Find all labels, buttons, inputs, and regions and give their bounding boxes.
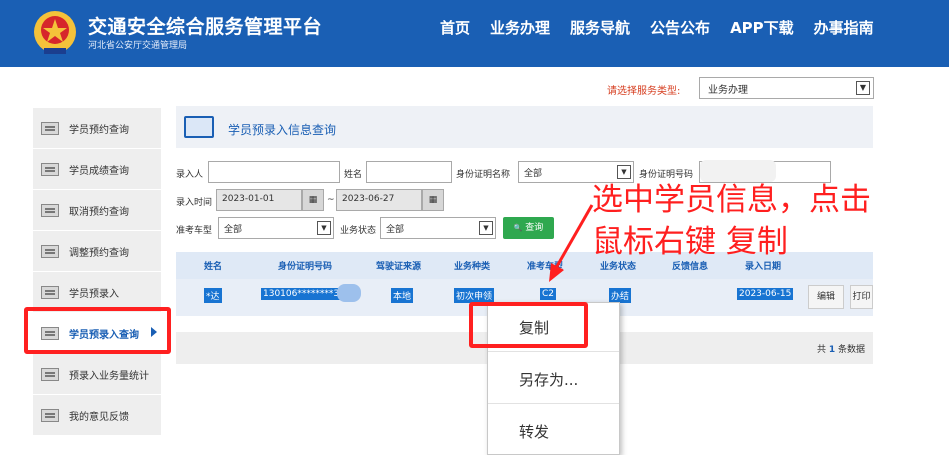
sidebar-item-feedback[interactable]: 我的意见反馈	[33, 395, 161, 436]
business-status-value: 全部	[386, 225, 405, 235]
col-id-number: 身份证明号码	[278, 262, 333, 272]
top-header: 交通安全综合服务管理平台 河北省公安厅交通管理局 首页 业务办理 服务导航 公告…	[0, 0, 949, 67]
total-count-text: 共 1 条数据	[816, 345, 865, 355]
date-separator: ~	[327, 195, 335, 205]
cell-business-status: 办结	[609, 288, 632, 303]
col-license-source: 驾驶证来源	[376, 262, 422, 272]
nav-service-guide[interactable]: 服务导航	[570, 17, 630, 38]
service-type-value: 业务办理	[708, 85, 748, 96]
id-type-label: 身份证明名称	[456, 170, 511, 180]
nav-home[interactable]: 首页	[440, 17, 470, 38]
id-type-value: 全部	[524, 169, 543, 179]
chevron-down-icon: ▼	[617, 165, 631, 179]
sidebar-item-score-query[interactable]: 学员成绩查询	[33, 149, 161, 190]
sidebar-item-appointment-query[interactable]: 学员预约查询	[33, 108, 161, 149]
sidebar-item-label: 取消预约查询	[69, 206, 129, 218]
query-button[interactable]: 🔍 查询	[503, 217, 554, 239]
vehicle-type-value: 全部	[224, 225, 243, 235]
search-icon: 🔍	[513, 224, 523, 232]
service-type-select[interactable]: 业务办理 ▼	[699, 77, 874, 99]
document-icon	[41, 244, 59, 258]
cell-id-number: 130106********3	[261, 288, 342, 300]
calendar-icon[interactable]: ▦	[422, 189, 444, 211]
nav-notices[interactable]: 公告公布	[650, 17, 710, 38]
time-label: 录入时间	[176, 198, 213, 208]
chevron-down-icon: ▼	[317, 221, 331, 235]
document-icon	[41, 121, 59, 135]
sidebar-item-label: 学员成绩查询	[69, 165, 129, 177]
menu-item-forward[interactable]: 转发	[519, 421, 549, 442]
document-icon	[41, 367, 59, 381]
redacted-area	[700, 160, 776, 182]
query-button-label: 查询	[525, 223, 544, 233]
document-icon	[41, 408, 59, 422]
calendar-icon[interactable]: ▦	[302, 189, 324, 211]
nav-app-download[interactable]: APP下载	[730, 17, 794, 38]
entrant-input[interactable]	[208, 161, 340, 183]
service-type-label: 请选择服务类型:	[607, 86, 681, 97]
chevron-down-icon: ▼	[479, 221, 493, 235]
id-number-label: 身份证明号码	[639, 170, 694, 180]
site-title: 交通安全综合服务管理平台	[88, 16, 323, 38]
panel-title: 学员预录入信息查询	[228, 123, 337, 137]
col-vehicle-type: 准考车型	[527, 262, 564, 272]
cell-license-source: 本地	[391, 288, 414, 303]
entrant-label: 录入人	[176, 170, 204, 180]
cell-name: *达	[204, 288, 222, 303]
vehicle-type-select[interactable]: 全部 ▼	[218, 217, 334, 239]
menu-divider	[488, 403, 619, 404]
nav-business[interactable]: 业务办理	[490, 17, 550, 38]
col-name: 姓名	[204, 262, 223, 272]
business-status-label: 业务状态	[340, 226, 377, 236]
document-icon	[41, 285, 59, 299]
menu-divider	[488, 351, 619, 352]
sidebar-item-cancel-query[interactable]: 取消预约查询	[33, 190, 161, 231]
cell-vehicle-type: C2	[540, 288, 557, 300]
chevron-down-icon: ▼	[856, 81, 870, 95]
highlight-box-copy	[469, 302, 588, 348]
police-emblem-icon	[34, 11, 76, 54]
site-subtitle: 河北省公安厅交通管理局	[88, 41, 188, 51]
col-business-type: 业务种类	[454, 262, 491, 272]
sidebar-item-label: 我的意见反馈	[69, 411, 129, 423]
sidebar-item-label: 调整预约查询	[69, 247, 129, 259]
cell-entry-date: 2023-06-15	[737, 288, 794, 300]
annotation-line-1: 选中学员信息，点击	[592, 182, 871, 218]
business-status-select[interactable]: 全部 ▼	[380, 217, 496, 239]
name-input[interactable]	[366, 161, 452, 183]
document-icon	[41, 162, 59, 176]
menu-item-save-as[interactable]: 另存为...	[519, 369, 578, 390]
sidebar-item-label: 学员预约查询	[69, 124, 129, 136]
vehicle-type-label: 准考车型	[176, 226, 213, 236]
edit-button[interactable]: 编辑	[808, 285, 844, 309]
panel-header: 学员预录入信息查询	[176, 106, 873, 148]
sidebar-item-label: 预录入业务量统计	[69, 370, 149, 382]
name-label: 姓名	[344, 170, 363, 180]
sidebar-item-adjust-query[interactable]: 调整预约查询	[33, 231, 161, 272]
sidebar-item-statistics[interactable]: 预录入业务量统计	[33, 354, 161, 395]
highlight-box-sidebar	[24, 307, 171, 354]
nav-guide[interactable]: 办事指南	[814, 17, 874, 38]
date-from-input[interactable]: 2023-01-01	[216, 189, 302, 211]
sidebar: 学员预约查询 学员成绩查询 取消预约查询 调整预约查询 学员预录入 学员预录入查…	[33, 108, 161, 455]
cell-business-type: 初次申领	[454, 288, 495, 303]
search-record-icon	[184, 116, 214, 138]
sidebar-item-label: 学员预录入	[69, 288, 119, 300]
main-nav: 首页 业务办理 服务导航 公告公布 APP下载 办事指南	[440, 17, 894, 38]
document-icon	[41, 203, 59, 217]
date-to-input[interactable]: 2023-06-27	[336, 189, 422, 211]
print-button[interactable]: 打印	[850, 285, 873, 309]
annotation-line-2: 鼠标右键 复制	[592, 224, 788, 260]
redacted-area	[337, 284, 361, 302]
